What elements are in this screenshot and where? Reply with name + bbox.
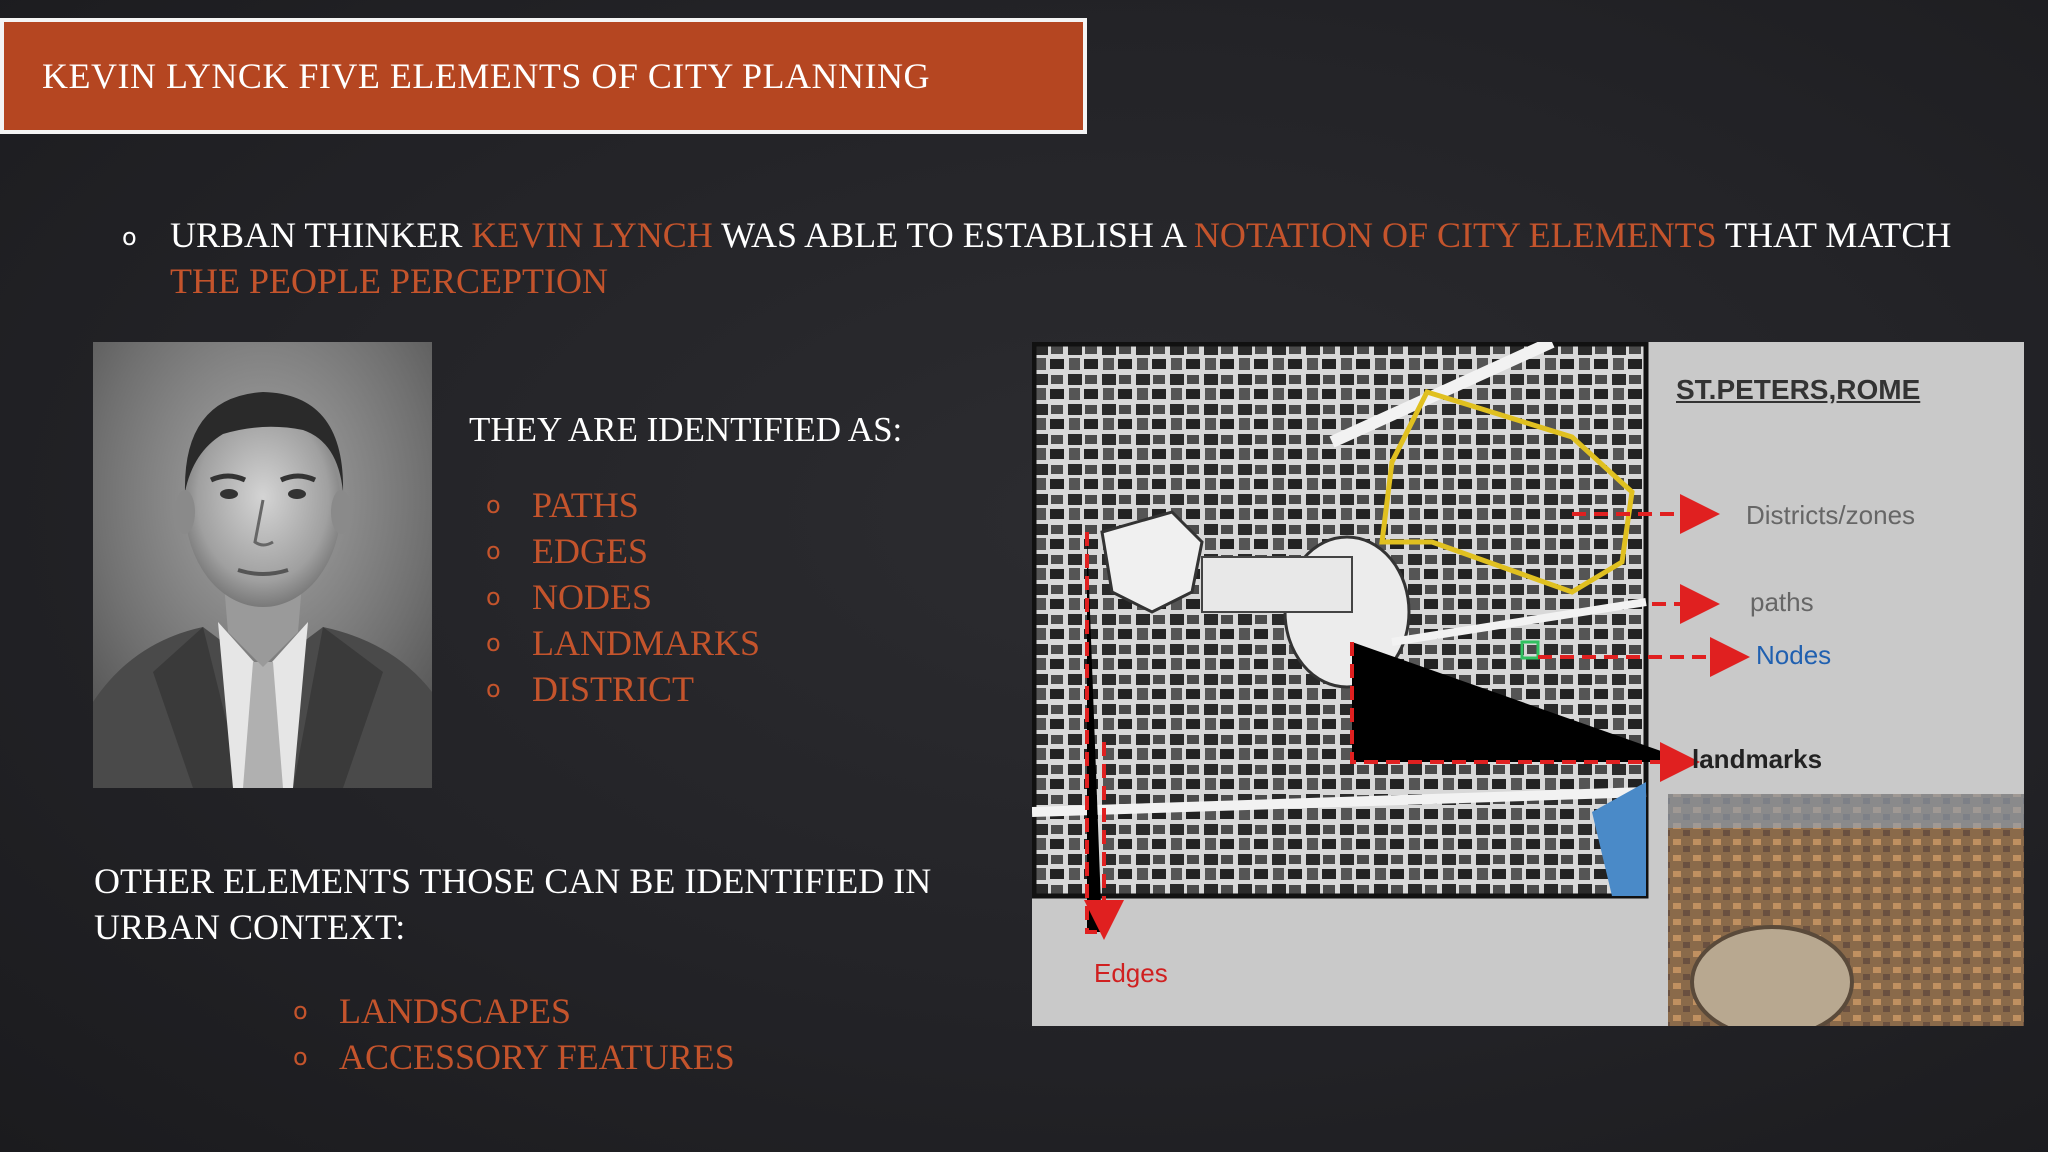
intro-segment-accent: THE PEOPLE PERCEPTION bbox=[170, 261, 609, 301]
other-elements-list: o LANDSCAPES o ACCESSORY FEATURES bbox=[293, 988, 735, 1080]
intro-segment: THAT MATCH bbox=[1716, 215, 1952, 255]
slide-title-bar: KEVIN LYNCK FIVE ELEMENTS OF CITY PLANNI… bbox=[0, 18, 1087, 134]
other-element-label: LANDSCAPES bbox=[339, 991, 572, 1031]
list-item: o DISTRICT bbox=[486, 666, 760, 712]
portrait-illustration bbox=[93, 342, 432, 788]
element-label: DISTRICT bbox=[532, 669, 694, 709]
element-label: PATHS bbox=[532, 485, 639, 525]
st-peters-map-image: ST.PETERS,ROME Districts/zones paths Nod… bbox=[1032, 342, 2024, 1026]
bullet-icon: o bbox=[486, 491, 501, 519]
element-label: LANDMARKS bbox=[532, 623, 761, 663]
list-item: o NODES bbox=[486, 574, 760, 620]
landmarks-label: landmarks bbox=[1692, 744, 1823, 774]
map-illustration bbox=[1032, 342, 2024, 1026]
intro-segment-accent: KEVIN LYNCH bbox=[471, 215, 713, 255]
slide-title: KEVIN LYNCK FIVE ELEMENTS OF CITY PLANNI… bbox=[42, 56, 931, 96]
list-item: o LANDSCAPES bbox=[293, 988, 735, 1034]
identified-heading: THEY ARE IDENTIFIED AS: bbox=[469, 410, 903, 449]
map-title: ST.PETERS,ROME bbox=[1676, 374, 1921, 405]
paths-label: paths bbox=[1750, 587, 1814, 617]
intro-bullet: o URBAN THINKER KEVIN LYNCH WAS ABLE TO … bbox=[118, 212, 2018, 304]
intro-segment-accent: NOTATION OF CITY ELEMENTS bbox=[1193, 215, 1717, 255]
bullet-icon: o bbox=[486, 629, 501, 657]
intro-text: URBAN THINKER KEVIN LYNCH WAS ABLE TO ES… bbox=[170, 212, 2018, 304]
kevin-lynch-portrait bbox=[93, 342, 432, 788]
list-item: o LANDMARKS bbox=[486, 620, 760, 666]
bullet-icon: o bbox=[486, 675, 501, 703]
nodes-label: Nodes bbox=[1756, 640, 1832, 670]
intro-segment: WAS ABLE TO ESTABLISH A bbox=[712, 215, 1194, 255]
bullet-icon: o bbox=[293, 1043, 308, 1071]
other-element-label: ACCESSORY FEATURES bbox=[339, 1037, 735, 1077]
bullet-icon: o bbox=[122, 223, 137, 251]
intro-segment: URBAN THINKER bbox=[170, 215, 472, 255]
bullet-icon: o bbox=[293, 997, 308, 1025]
bullet-icon: o bbox=[486, 537, 501, 565]
bullet-icon: o bbox=[486, 583, 501, 611]
element-label: EDGES bbox=[532, 531, 648, 571]
other-elements-heading: OTHER ELEMENTS THOSE CAN BE IDENTIFIED I… bbox=[94, 861, 932, 947]
element-label: NODES bbox=[532, 577, 653, 617]
list-item: o EDGES bbox=[486, 528, 760, 574]
edges-label: Edges bbox=[1094, 958, 1168, 988]
districts-label: Districts/zones bbox=[1746, 500, 1916, 530]
elements-list: o PATHS o EDGES o NODES o LANDMARKS o DISTRIC… bbox=[486, 482, 760, 712]
list-item: o ACCESSORY FEATURES bbox=[293, 1034, 735, 1080]
list-item: o PATHS bbox=[486, 482, 760, 528]
